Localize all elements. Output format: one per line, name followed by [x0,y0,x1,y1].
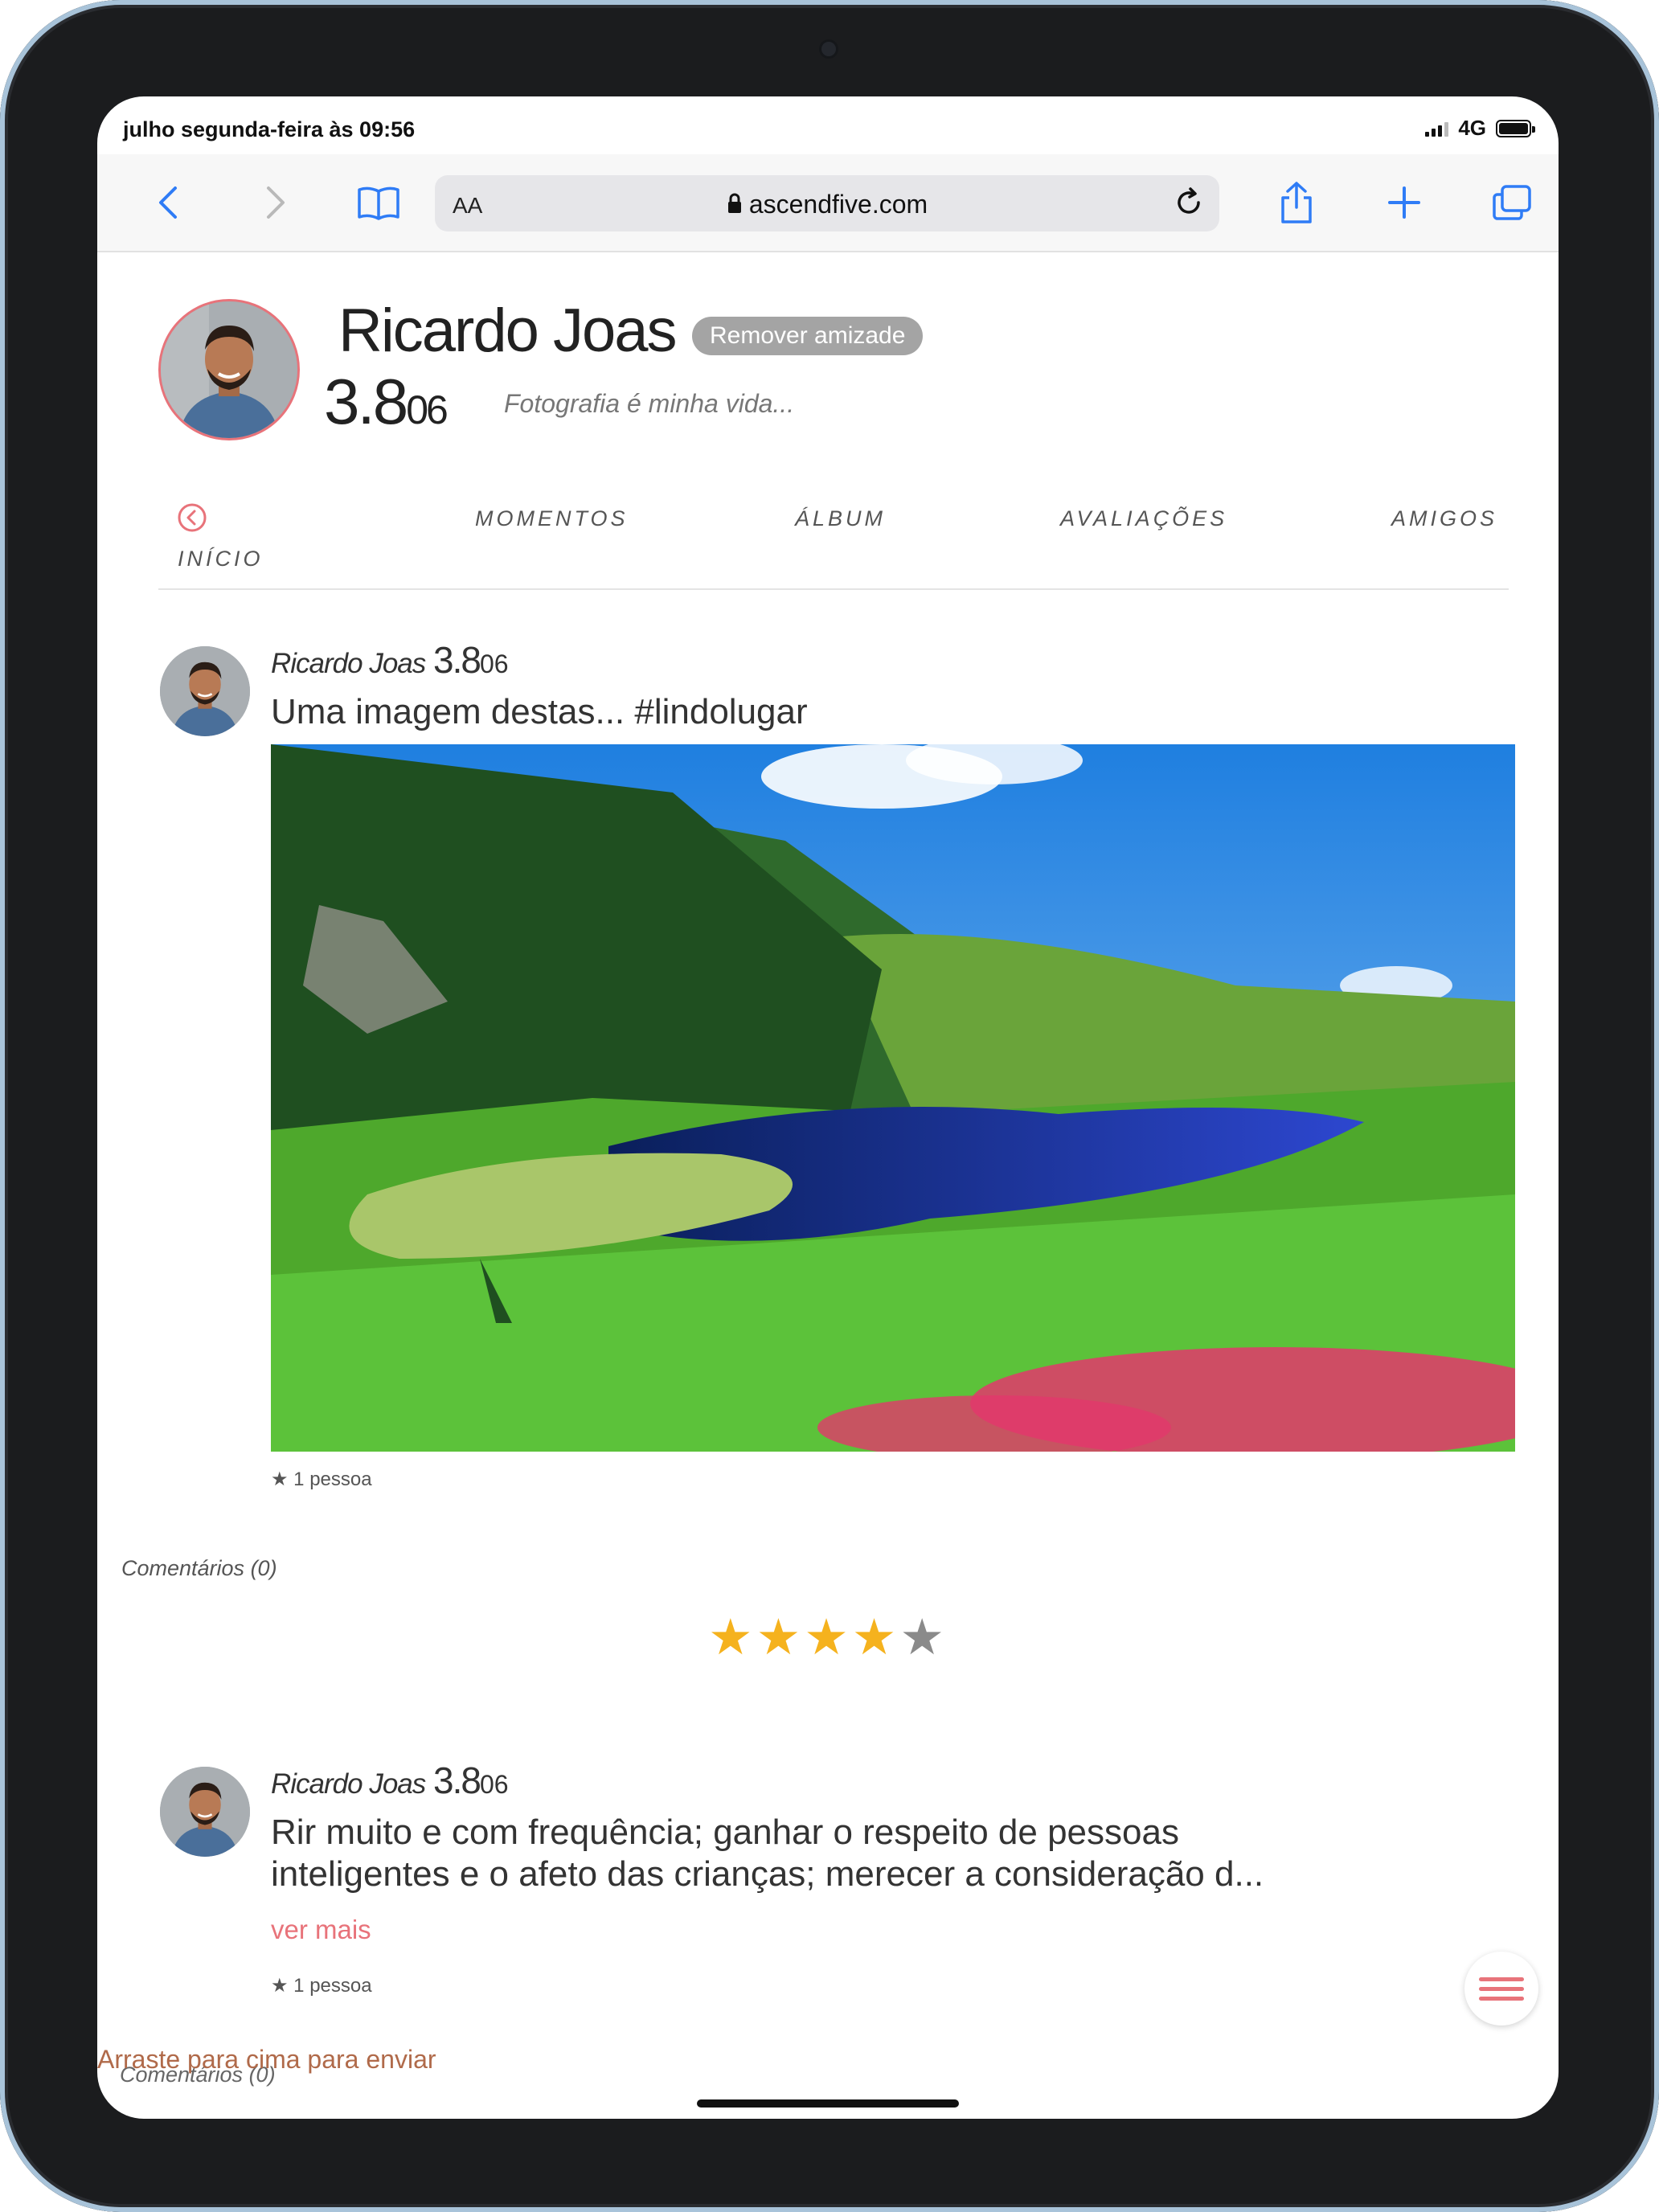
post-likes[interactable]: ★ 1 pessoa [271,1974,372,1997]
signal-icon [1425,121,1449,137]
front-camera [821,42,836,56]
post-author-name[interactable]: Ricardo Joas [271,648,426,679]
post-avatar[interactable] [160,1767,250,1857]
new-tab-icon[interactable] [1378,177,1430,228]
volume-down-button [1654,273,1659,354]
reload-icon[interactable] [1171,185,1206,224]
post-text-line1: Rir muito e com frequência; ganhar o res… [271,1813,1179,1852]
url-display[interactable]: ascendfive.com [435,190,1219,221]
menu-button[interactable] [1464,1952,1538,2026]
battery-icon [1496,119,1535,137]
network-type: 4G [1458,116,1486,140]
url-domain: ascendfive.com [748,190,928,219]
post-author-score-main: 3.8 [433,1759,481,1801]
post-author-score-small: 06 [479,649,509,678]
ipad-frame: julho segunda-feira às 09:56 4G AA ascen… [0,0,1659,2212]
star-rating[interactable]: ★★★★★ [97,1608,1559,1666]
profile-score: 3.806 [324,365,449,439]
see-more-link[interactable]: ver mais [271,1915,371,1945]
post-comments-link[interactable]: Comentários (0) [121,1556,277,1581]
screen: julho segunda-feira às 09:56 4G AA ascen… [97,96,1559,2119]
share-icon[interactable] [1271,177,1322,228]
post-author-name[interactable]: Ricardo Joas [271,1768,426,1800]
post-text-line2: inteligentes e o afeto das crianças; mer… [271,1854,1264,1894]
forward-icon[interactable] [250,177,301,228]
post-author: Ricardo Joas 3.806 [271,638,509,682]
browser-toolbar: AA ascendfive.com [97,154,1559,252]
score-small: 06 [406,387,449,432]
home-indicator[interactable] [697,2099,959,2108]
top-button [1382,0,1479,3]
post-likes[interactable]: ★ 1 pessoa [271,1468,372,1491]
post-author-score-small: 06 [479,1770,509,1799]
tab-moments[interactable]: MOMENTOS [475,506,629,531]
star-5-icon[interactable]: ★ [899,1610,948,1665]
profile-avatar[interactable] [158,299,300,440]
tab-friends[interactable]: AMIGOS [1391,506,1497,531]
post-text: Uma imagem destas... #lindolugar [271,692,808,731]
back-icon[interactable] [142,177,194,228]
post-avatar[interactable] [160,646,250,736]
star-4-icon[interactable]: ★ [852,1610,900,1665]
status-time: julho segunda-feira às 09:56 [123,117,416,141]
tab-reviews[interactable]: AVALIAÇÕES [1060,506,1227,531]
profile-tagline: Fotografia é minha vida... [504,389,795,418]
star-2-icon[interactable]: ★ [756,1610,805,1665]
address-bar[interactable]: AA ascendfive.com [435,175,1219,231]
star-3-icon[interactable]: ★ [804,1610,852,1665]
remove-friend-button[interactable]: Remover amizade [692,317,924,355]
profile-name: Ricardo Joas [338,297,678,365]
score-main: 3.8 [324,366,408,437]
swipe-up-hint: Arraste para cima para enviar [97,2045,436,2074]
tab-album[interactable]: ÁLBUM [795,506,886,531]
tabs-divider [158,588,1509,590]
lock-icon [727,191,743,221]
volume-up-button [1654,177,1659,257]
tab-home[interactable]: INÍCIO [178,547,264,571]
post-image-landscape[interactable] [271,744,1515,1452]
status-indicators: 4G [1425,116,1535,141]
home-circle-icon[interactable] [176,502,208,538]
star-1-icon[interactable]: ★ [708,1610,756,1665]
post-author-score-main: 3.8 [433,639,481,681]
bookmarks-icon[interactable] [353,177,404,228]
post-author: Ricardo Joas 3.806 [271,1759,509,1802]
tabs-icon[interactable] [1486,177,1538,228]
